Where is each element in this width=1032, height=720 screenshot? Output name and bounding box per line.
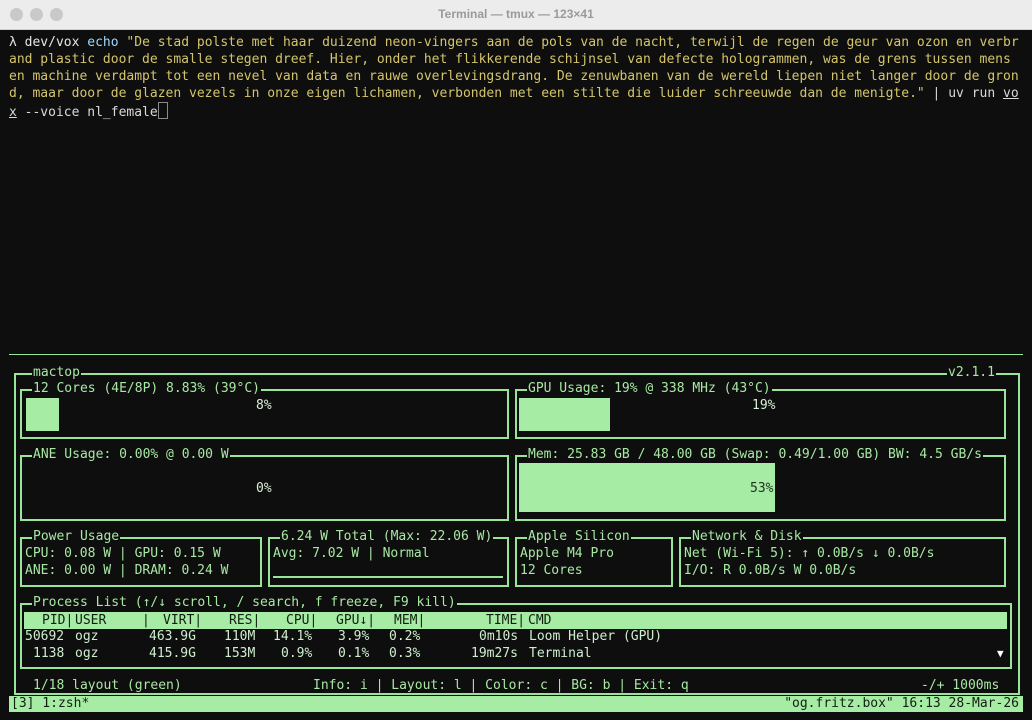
cmd-args: --voice nl_female bbox=[16, 105, 158, 120]
row-res: 153M bbox=[224, 646, 256, 661]
row-cmd: Terminal bbox=[529, 646, 592, 661]
row-virt: 463.9G bbox=[149, 629, 196, 644]
cpu-fill bbox=[26, 398, 59, 431]
ane-label: ANE Usage: 0.00% @ 0.00 W bbox=[32, 447, 230, 462]
prompt: λ dev/vox bbox=[9, 35, 80, 50]
row-virt: 415.9G bbox=[149, 646, 196, 661]
pipe-text: | uv run bbox=[924, 86, 1004, 101]
network-net: Net (Wi-Fi 5): ↑ 0.0B/s ↓ 0.0B/s bbox=[684, 546, 935, 561]
memory-fill bbox=[519, 463, 775, 512]
col-user[interactable]: USER bbox=[75, 612, 106, 629]
power-line-1: CPU: 0.08 W | GPU: 0.15 W bbox=[25, 546, 221, 561]
power-label: Power Usage bbox=[32, 529, 121, 544]
window-titlebar: Terminal — tmux — 123×41 bbox=[0, 0, 1032, 30]
mactop-version: v2.1.1 bbox=[947, 365, 996, 380]
ane-percent: 0% bbox=[256, 481, 272, 496]
network-label: Network & Disk bbox=[691, 529, 803, 544]
tmux-window-tab[interactable]: [3] 1:zsh* bbox=[11, 696, 89, 712]
gpu-fill bbox=[519, 398, 610, 431]
row-cmd: Loom Helper (GPU) bbox=[529, 629, 663, 644]
col-pid[interactable]: PID| bbox=[42, 612, 73, 629]
total-power-avg: Avg: 7.02 W | Normal bbox=[273, 546, 430, 561]
memory-percent: 53% bbox=[750, 481, 774, 496]
tmux-status-right: "og.fritz.box" 16:13 28-Mar-26 bbox=[784, 696, 1019, 711]
row-time: 0m10s bbox=[479, 629, 519, 644]
col-res[interactable]: RES| bbox=[229, 612, 260, 629]
layout-indicator: 1/18 layout (green) bbox=[32, 678, 183, 693]
cmd-echo: echo bbox=[87, 35, 119, 50]
row-mem: 0.2% bbox=[389, 629, 421, 644]
tmux-status-bar: [3] 1:zsh* "og.fritz.box" 16:13 28-Mar-2… bbox=[9, 696, 1023, 712]
row-user: ogz bbox=[75, 629, 99, 644]
row-user: ogz bbox=[75, 646, 99, 661]
row-res: 110M bbox=[224, 629, 256, 644]
silicon-label: Apple Silicon bbox=[527, 529, 631, 544]
row-time: 19m27s bbox=[471, 646, 518, 661]
keybindings-hint: Info: i | Layout: l | Color: c | BG: b |… bbox=[312, 678, 690, 693]
row-cpu: 14.1% bbox=[273, 629, 313, 644]
mactop-title: mactop bbox=[32, 365, 81, 380]
gpu-percent: 19% bbox=[752, 398, 776, 413]
total-power-label: 6.24 W Total (Max: 22.06 W) bbox=[280, 529, 494, 544]
window-title: Terminal — tmux — 123×41 bbox=[438, 7, 594, 21]
text-cursor bbox=[157, 102, 168, 119]
pane-divider bbox=[9, 354, 1023, 355]
row-pid: 1138 bbox=[33, 646, 65, 661]
refresh-interval: -/+ 1000ms bbox=[920, 678, 1001, 693]
power-sparkline bbox=[273, 576, 503, 578]
cpu-gauge bbox=[20, 389, 509, 439]
col-cmd[interactable]: CMD bbox=[528, 612, 551, 629]
power-line-2: ANE: 0.00 W | DRAM: 0.24 W bbox=[25, 563, 229, 578]
col-mem[interactable]: MEM| bbox=[394, 612, 425, 629]
scroll-down-icon[interactable]: ▼ bbox=[997, 645, 1004, 662]
network-io: I/O: R 0.0B/s W 0.0B/s bbox=[684, 563, 857, 578]
cpu-label: 12 Cores (4E/8P) 8.83% (39°C) bbox=[32, 381, 261, 396]
col-sep: | bbox=[142, 613, 150, 628]
process-list-label: Process List (↑/↓ scroll, / search, f fr… bbox=[32, 595, 457, 610]
col-gpu[interactable]: GPU↓| bbox=[336, 612, 375, 629]
cpu-percent: 8% bbox=[256, 398, 272, 413]
silicon-cores: 12 Cores bbox=[520, 563, 583, 578]
memory-label: Mem: 25.83 GB / 48.00 GB (Swap: 0.49/1.0… bbox=[527, 447, 983, 462]
row-mem: 0.3% bbox=[389, 646, 421, 661]
row-cpu: 0.9% bbox=[281, 646, 313, 661]
silicon-model: Apple M4 Pro bbox=[520, 546, 614, 561]
row-gpu: 3.9% bbox=[338, 629, 370, 644]
gpu-label: GPU Usage: 19% @ 338 MHz (43°C) bbox=[527, 381, 772, 396]
echo-text: "De stad polste met haar duizend neon-vi… bbox=[9, 35, 1019, 101]
col-cpu[interactable]: CPU| bbox=[286, 612, 317, 629]
col-time[interactable]: TIME| bbox=[486, 612, 525, 629]
col-virt[interactable]: VIRT| bbox=[163, 612, 202, 629]
command-line[interactable]: λ dev/vox echo "De stad polste met haar … bbox=[9, 34, 1024, 121]
row-pid: 50692 bbox=[25, 629, 65, 644]
process-table-header: PID| USER | VIRT| RES| CPU| GPU↓| MEM| T… bbox=[24, 612, 1007, 629]
row-gpu: 0.1% bbox=[338, 646, 370, 661]
